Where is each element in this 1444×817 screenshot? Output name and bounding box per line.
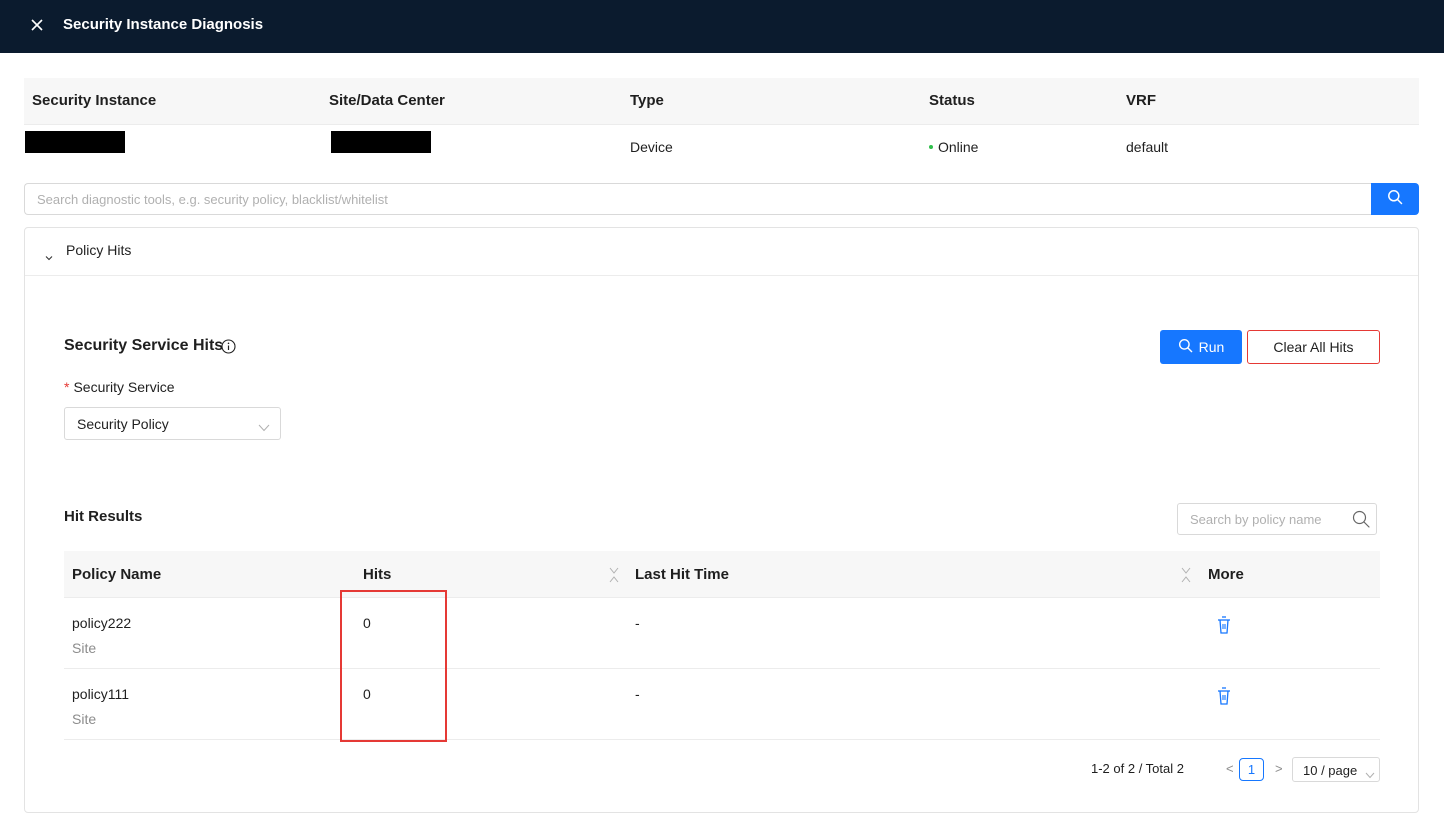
- search-icon[interactable]: [1352, 510, 1370, 533]
- col-hits[interactable]: Hits: [363, 566, 391, 583]
- col-more: More: [1208, 566, 1244, 583]
- col-type: Type: [630, 92, 664, 109]
- prev-page-button[interactable]: <: [1226, 761, 1234, 776]
- chevron-down-icon: [45, 248, 53, 266]
- policy-name: policy111: [72, 686, 130, 702]
- policy-scope: Site: [72, 711, 97, 727]
- clear-all-hits-label: Clear All Hits: [1273, 339, 1354, 355]
- policy-search-input[interactable]: [1178, 504, 1350, 534]
- page-title: Security Instance Diagnosis: [63, 16, 264, 33]
- policy-last-hit-time: -: [635, 615, 640, 631]
- diagnostic-search: [24, 183, 1419, 215]
- instance-table-header: Security Instance Site/Data Center Type …: [24, 78, 1419, 125]
- policy-last-hit-time: -: [635, 686, 640, 702]
- info-icon[interactable]: [221, 339, 236, 359]
- diagnostic-search-input[interactable]: [24, 183, 1371, 215]
- status-dot-icon: [929, 145, 933, 150]
- hits-highlight-box: [340, 590, 447, 742]
- policy-hits-panel-header[interactable]: Policy Hits: [25, 228, 1418, 276]
- page-size-select[interactable]: 10 / page: [1292, 757, 1380, 782]
- delete-icon[interactable]: [1216, 615, 1232, 640]
- security-service-value: Security Policy: [77, 416, 169, 432]
- redacted-site-data-center: [331, 131, 431, 153]
- page-size-value: 10 / page: [1303, 763, 1358, 778]
- search-icon: [1178, 338, 1193, 356]
- page-1-button[interactable]: 1: [1239, 758, 1264, 781]
- status-badge: Online: [929, 139, 978, 155]
- section-title: Security Service Hits: [64, 337, 224, 354]
- instance-type: Device: [630, 139, 673, 155]
- hit-table-header: Policy Name Hits Last Hit Time More: [64, 551, 1380, 598]
- table-row: policy111 Site 0 -: [64, 669, 1380, 740]
- table-row: policy222 Site 0 -: [64, 598, 1380, 669]
- policy-name: policy222: [72, 615, 132, 631]
- policy-search: [1177, 503, 1377, 535]
- close-icon[interactable]: [28, 15, 46, 35]
- sort-icon[interactable]: [609, 567, 619, 588]
- col-policy-name: Policy Name: [72, 566, 162, 583]
- chevron-down-icon: [1365, 766, 1375, 784]
- security-service-label: * Security Service: [64, 379, 175, 395]
- col-site-data-center: Site/Data Center: [329, 92, 445, 109]
- status-text: Online: [938, 139, 979, 155]
- clear-all-hits-button[interactable]: Clear All Hits: [1247, 330, 1380, 364]
- col-security-instance: Security Instance: [32, 92, 157, 109]
- sort-icon[interactable]: [1181, 567, 1191, 588]
- run-button[interactable]: Run: [1160, 330, 1242, 364]
- next-page-button[interactable]: >: [1275, 761, 1283, 776]
- required-marker: *: [64, 379, 70, 395]
- delete-icon[interactable]: [1216, 686, 1232, 711]
- top-bar: Security Instance Diagnosis: [0, 0, 1444, 53]
- policy-hits-label: Policy Hits: [66, 242, 132, 258]
- run-button-label: Run: [1198, 339, 1225, 355]
- instance-vrf: default: [1126, 139, 1169, 155]
- hit-results-title: Hit Results: [64, 508, 143, 525]
- search-icon: [1387, 189, 1403, 210]
- pagination-summary: 1-2 of 2 / Total 2: [1091, 761, 1184, 776]
- redacted-security-instance: [25, 131, 125, 153]
- security-service-label-text: Security Service: [73, 379, 175, 395]
- policy-scope: Site: [72, 640, 97, 656]
- col-last-hit-time[interactable]: Last Hit Time: [635, 566, 729, 583]
- col-status: Status: [929, 92, 975, 109]
- chevron-down-icon: [258, 419, 270, 437]
- security-service-select[interactable]: Security Policy: [64, 407, 281, 440]
- search-button[interactable]: [1371, 183, 1419, 215]
- col-vrf: VRF: [1126, 92, 1156, 109]
